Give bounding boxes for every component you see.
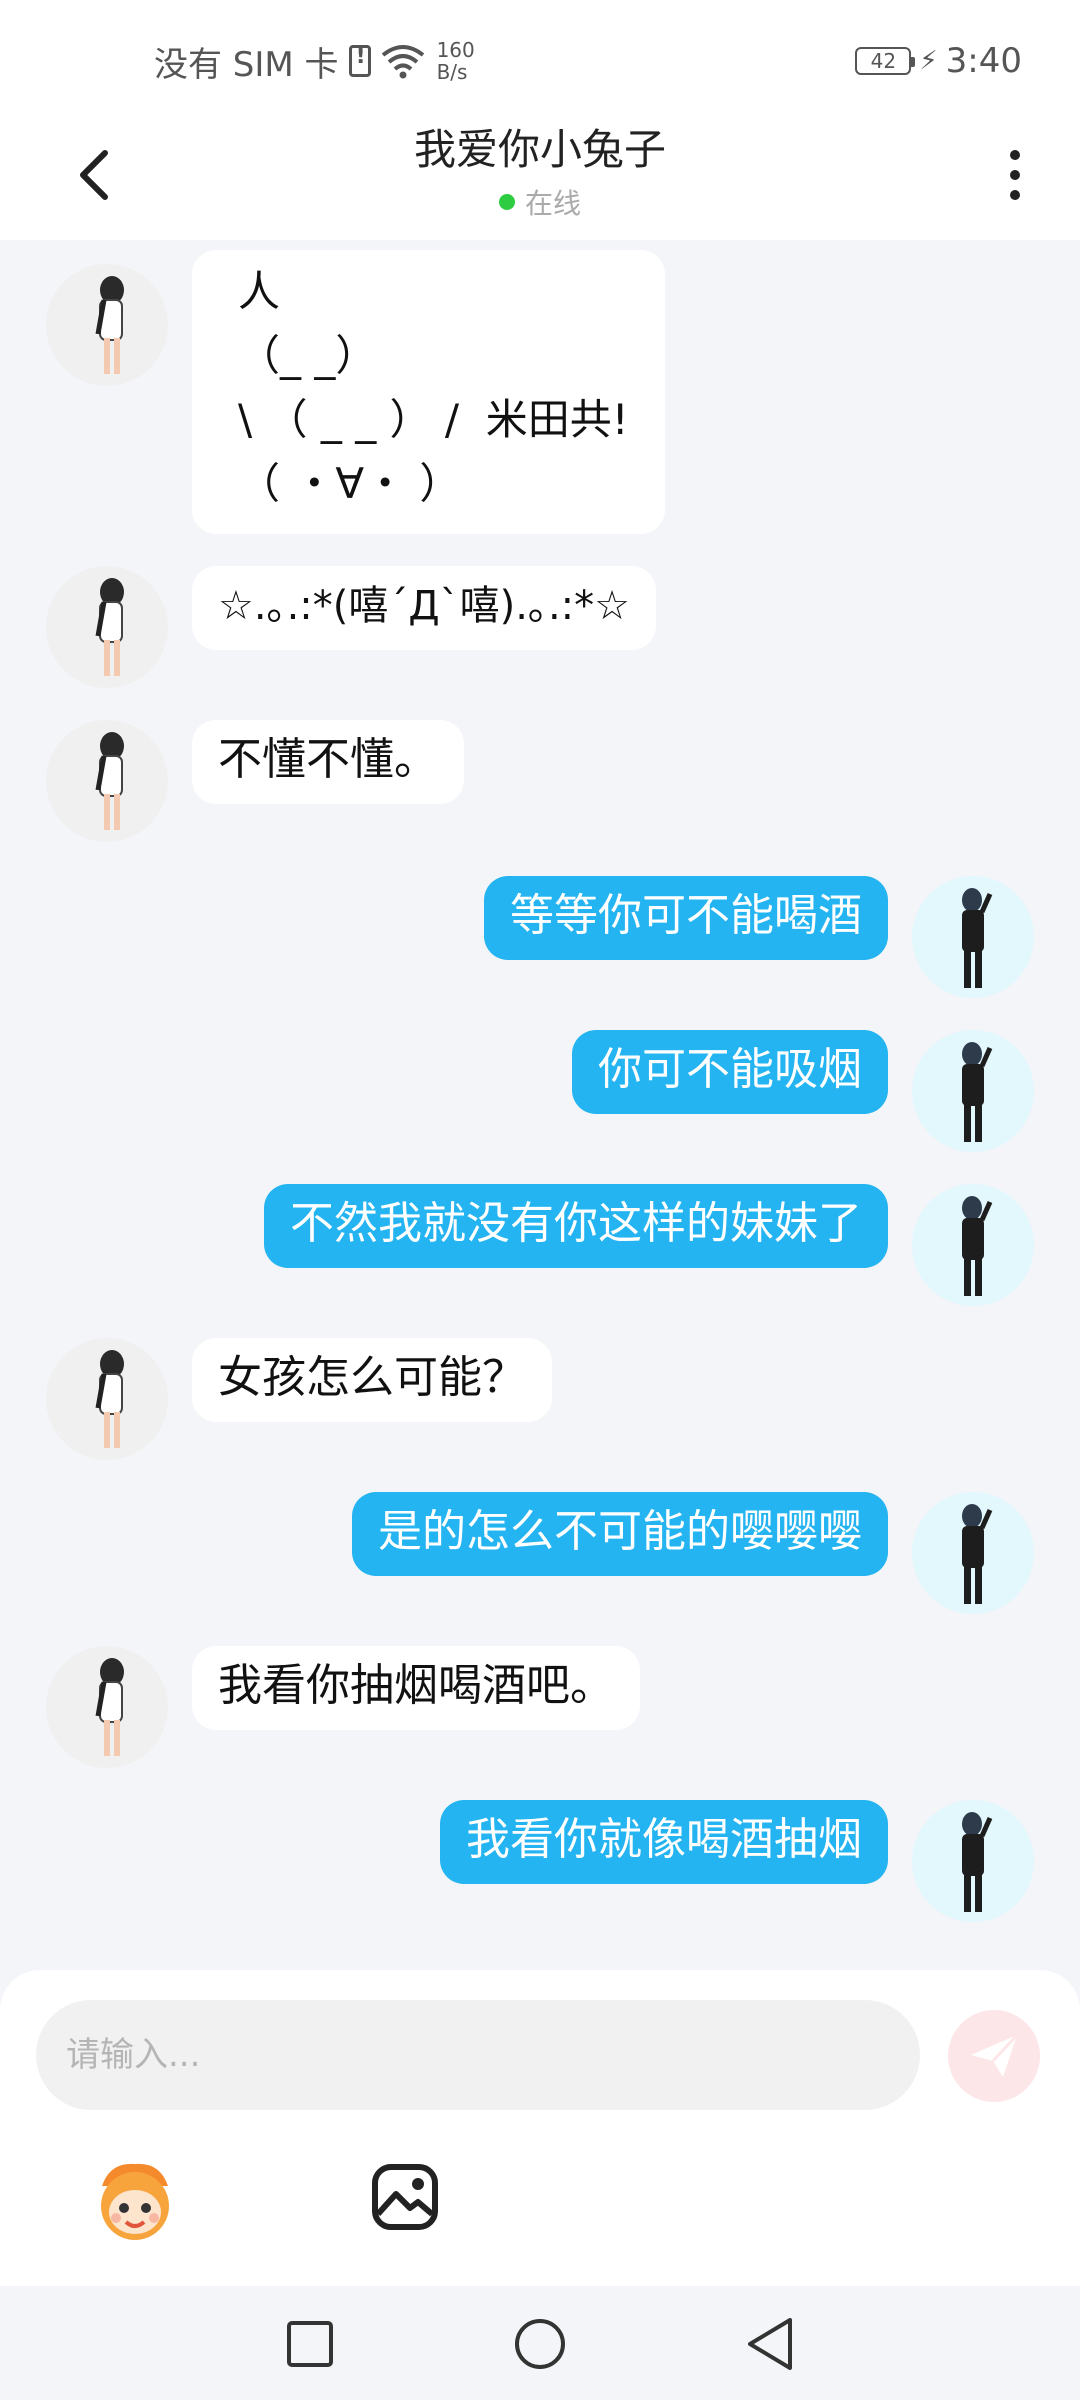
chat-header: 我爱你小兔子 在线: [0, 110, 1080, 240]
image-icon: [372, 2164, 438, 2230]
message-bubble[interactable]: 我看你抽烟喝酒吧。: [192, 1646, 640, 1730]
online-status: 在线: [498, 182, 581, 222]
message-bubble[interactable]: 不懂不懂。: [192, 720, 464, 804]
chat-title: 我爱你小兔子: [413, 125, 666, 174]
more-vertical-icon: [1010, 150, 1020, 160]
contact-avatar[interactable]: [46, 566, 168, 688]
image-button[interactable]: [370, 2162, 440, 2232]
recent-apps-button[interactable]: [282, 2316, 338, 2372]
clock: 3:40: [945, 41, 1022, 81]
message-outgoing: 我看你就像喝酒抽烟: [0, 1800, 1080, 1940]
boy-figure-icon: [962, 1196, 993, 1296]
wifi-icon: [381, 45, 424, 79]
back-button[interactable]: [60, 140, 130, 210]
title-block: 我爱你小兔子 在线: [340, 120, 740, 222]
more-options-button[interactable]: [990, 140, 1040, 210]
message-bubble[interactable]: 等等你可不能喝酒: [484, 876, 888, 960]
message-bubble[interactable]: 你可不能吸烟: [572, 1030, 888, 1114]
input-panel: [0, 1970, 1080, 2286]
send-icon: [971, 2033, 1019, 2077]
message-bubble[interactable]: 人 （_ _） \ （ _ _ ） / 米田共! （ ・∀・ ）: [192, 250, 665, 534]
my-avatar[interactable]: [912, 1030, 1034, 1152]
emoji-button[interactable]: [90, 2156, 180, 2246]
contact-avatar[interactable]: [46, 1338, 168, 1460]
message-bubble[interactable]: 不然我就没有你这样的妹妹了: [264, 1184, 888, 1268]
message-input[interactable]: [36, 2000, 920, 2110]
online-dot-icon: [498, 194, 515, 210]
message-incoming: 我看你抽烟喝酒吧。: [0, 1646, 1080, 1786]
message-incoming: 不懂不懂。: [0, 720, 1080, 860]
contact-avatar[interactable]: [46, 1646, 168, 1768]
triangle-back-icon: [748, 2318, 792, 2370]
message-bubble[interactable]: 是的怎么不可能的嘤嘤嘤: [352, 1492, 888, 1576]
message-incoming: 人 （_ _） \ （ _ _ ） / 米田共! （ ・∀・ ）: [0, 250, 1080, 534]
girl-figure-icon: [95, 578, 124, 676]
my-avatar[interactable]: [912, 1800, 1034, 1922]
system-nav-bar: [0, 2286, 1080, 2400]
emoji-mascot-icon: [101, 2163, 169, 2240]
message-incoming: ☆.｡.:*(嘻´Д`嘻).｡.:*☆: [0, 566, 1080, 706]
status-bar: 没有 SIM 卡 160 B/s 42 ⚡ 3:40: [0, 0, 1080, 110]
contact-avatar[interactable]: [46, 720, 168, 842]
send-button[interactable]: [948, 2010, 1040, 2102]
my-avatar[interactable]: [912, 1184, 1034, 1306]
home-button[interactable]: [512, 2316, 568, 2372]
message-outgoing: 等等你可不能喝酒: [0, 876, 1080, 1016]
message-bubble[interactable]: ☆.｡.:*(嘻´Д`嘻).｡.:*☆: [192, 566, 656, 650]
network-speed-unit: B/s: [436, 60, 468, 84]
message-list[interactable]: 人 （_ _） \ （ _ _ ） / 米田共! （ ・∀・ ） ☆.｡.:*(…: [0, 240, 1080, 1970]
boy-figure-icon: [962, 888, 993, 988]
network-speed-value: 160: [436, 38, 475, 62]
my-avatar[interactable]: [912, 876, 1034, 998]
girl-figure-icon: [95, 1658, 124, 1756]
online-status-text: 在线: [524, 187, 581, 220]
boy-figure-icon: [962, 1504, 993, 1604]
contact-avatar[interactable]: [46, 264, 168, 386]
message-outgoing: 不然我就没有你这样的妹妹了: [0, 1184, 1080, 1324]
girl-figure-icon: [95, 276, 124, 374]
network-speed: 160 B/s: [437, 39, 475, 83]
message-bubble[interactable]: 女孩怎么可能？: [192, 1338, 552, 1422]
my-avatar[interactable]: [912, 1492, 1034, 1614]
circle-icon: [515, 2319, 565, 2369]
boy-figure-icon: [962, 1042, 993, 1142]
square-icon: [287, 2321, 333, 2367]
back-arrow-icon: [80, 150, 108, 200]
message-bubble[interactable]: 我看你就像喝酒抽烟: [440, 1800, 888, 1884]
boy-figure-icon: [962, 1812, 993, 1912]
battery-level: 42: [870, 49, 897, 73]
battery-icon: 42: [855, 47, 916, 75]
status-left: 没有 SIM 卡 160 B/s: [154, 36, 475, 86]
system-back-button[interactable]: [742, 2316, 798, 2372]
message-outgoing: 是的怎么不可能的嘤嘤嘤: [0, 1492, 1080, 1632]
girl-figure-icon: [95, 732, 124, 830]
charging-icon: ⚡: [919, 46, 938, 76]
girl-figure-icon: [95, 1350, 124, 1448]
status-right: 42 ⚡ 3:40: [855, 36, 1022, 86]
sim-alert-icon: [348, 44, 371, 77]
message-outgoing: 你可不能吸烟: [0, 1030, 1080, 1170]
carrier-text: 没有 SIM 卡: [154, 44, 339, 85]
message-incoming: 女孩怎么可能？: [0, 1338, 1080, 1478]
